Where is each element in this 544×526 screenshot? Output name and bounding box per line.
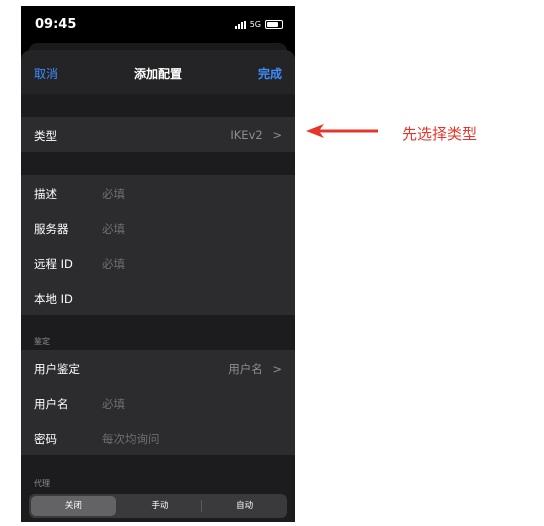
proxy-section-header: 代理 [34, 479, 50, 488]
annotation-text: 先选择类型 [402, 125, 478, 143]
status-time: 09:45 [35, 17, 77, 32]
field-label: 服务器 [34, 222, 69, 236]
page-title: 添加配置 [133, 67, 182, 81]
user-auth-row[interactable]: 用户鉴定 用户名 > [21, 350, 295, 385]
type-group: 类型 IKEv2 > [21, 117, 295, 152]
network-label: 5G [249, 20, 261, 29]
proxy-segmented-control: 关闭 手动 自动 [29, 494, 287, 518]
remote-id-input[interactable]: 必填 [102, 256, 125, 272]
password-input[interactable]: 每次均询问 [102, 431, 160, 447]
annotation-arrow-icon [306, 124, 378, 138]
description-row[interactable]: 描述 必填 [21, 175, 295, 210]
local-id-row[interactable]: 本地 ID [21, 280, 295, 315]
user-auth-value-text: 用户名 [228, 362, 263, 376]
user-auth-label: 用户鉴定 [34, 362, 80, 376]
proxy-option-off[interactable]: 关闭 [31, 496, 116, 516]
fields-group: 描述 必填 服务器 必填 远程 ID 必填 本地 ID [21, 175, 295, 315]
description-input[interactable]: 必填 [102, 186, 125, 202]
field-label: 描述 [34, 187, 57, 201]
type-value: IKEv2 > [230, 128, 282, 142]
signal-icon [234, 20, 246, 29]
done-button[interactable]: 完成 [258, 65, 282, 82]
proxy-option-auto[interactable]: 自动 [202, 494, 287, 518]
username-input[interactable]: 必填 [102, 396, 125, 412]
field-label: 远程 ID [34, 257, 73, 271]
auth-group: 用户鉴定 用户名 > 用户名 必填 密码 每次均询问 [21, 350, 295, 455]
proxy-option-manual[interactable]: 手动 [118, 494, 203, 518]
battery-icon [265, 20, 283, 29]
remote-id-row[interactable]: 远程 ID 必填 [21, 245, 295, 280]
auth-section-header: 鉴定 [34, 337, 50, 346]
status-indicators: 5G [234, 20, 283, 29]
username-row[interactable]: 用户名 必填 [21, 385, 295, 420]
type-label: 类型 [34, 129, 57, 143]
type-row[interactable]: 类型 IKEv2 > [21, 117, 295, 152]
username-label: 用户名 [34, 397, 69, 411]
server-input[interactable]: 必填 [102, 221, 125, 237]
status-bar: 09:45 5G [21, 6, 295, 44]
password-row[interactable]: 密码 每次均询问 [21, 420, 295, 455]
password-label: 密码 [34, 432, 57, 446]
field-label: 本地 ID [34, 292, 73, 306]
nav-bar: 取消 添加配置 完成 [21, 50, 295, 94]
chevron-right-icon: > [272, 128, 282, 142]
phone-screen: 09:45 5G 取消 添加配置 完成 类型 IKEv2 > 描述 必填 服务器… [21, 6, 295, 522]
type-value-text: IKEv2 [230, 128, 263, 142]
user-auth-value: 用户名 > [228, 361, 282, 377]
chevron-right-icon: > [272, 362, 282, 376]
add-configuration-sheet: 取消 添加配置 完成 类型 IKEv2 > 描述 必填 服务器 必填 远程 ID… [21, 50, 295, 522]
server-row[interactable]: 服务器 必填 [21, 210, 295, 245]
